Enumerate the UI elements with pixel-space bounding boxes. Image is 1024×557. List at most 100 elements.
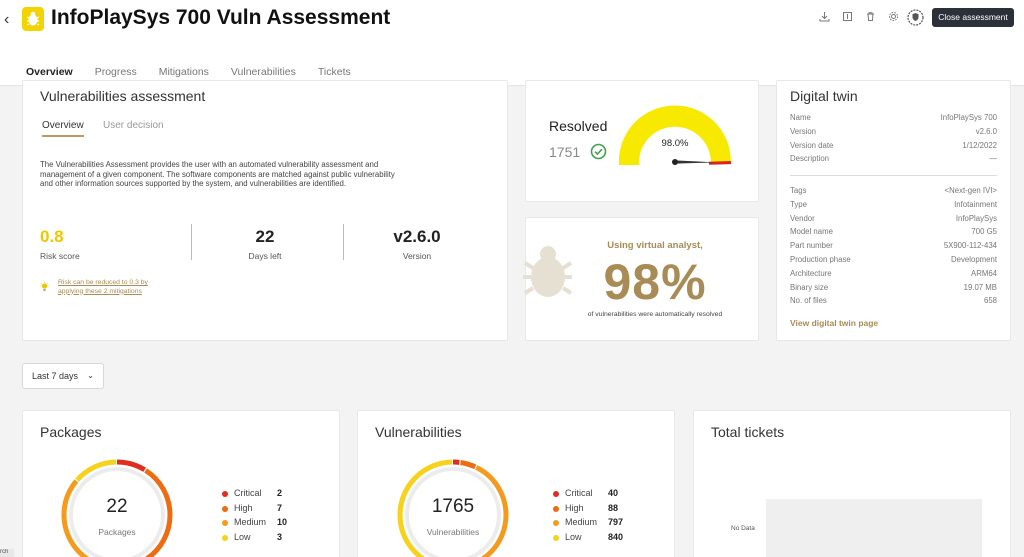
digital-twin-value: —	[989, 154, 997, 164]
digital-twin-row: Architecture ARM64	[790, 269, 997, 281]
days-left-label: Days left	[248, 251, 282, 261]
digital-twin-value: Infotainment	[954, 199, 997, 209]
bug-logo-icon	[22, 7, 44, 31]
digital-twin-key: Description	[790, 154, 829, 164]
download-icon[interactable]	[818, 11, 830, 23]
legend-label: Critical	[234, 488, 262, 498]
legend-label: High	[234, 502, 253, 513]
digital-twin-row: Version date 1/12/2022	[790, 141, 997, 153]
legend-label: Medium	[234, 517, 267, 527]
vulnerabilities-title: Vulnerabilities	[375, 424, 462, 440]
legend-dot	[553, 505, 559, 512]
assessment-card	[22, 80, 508, 341]
packages-title: Packages	[40, 424, 102, 440]
legend-dot	[222, 505, 228, 512]
gauge-hub	[672, 159, 678, 165]
subtab-user-decision[interactable]: User decision	[103, 120, 164, 131]
digital-twin-row: Description —	[790, 154, 997, 166]
digital-twin-key: Vendor	[790, 213, 815, 223]
digital-twin-row: No. of files 658	[790, 296, 997, 308]
legend-value: 10	[277, 517, 288, 527]
legend-label: Critical	[565, 488, 593, 498]
digital-twin-key: Version	[790, 126, 817, 136]
legend-item-critical: Critical 40	[553, 488, 643, 500]
legend-dot	[553, 520, 559, 526]
chevron-left-icon[interactable]: ‹	[4, 10, 18, 30]
digital-twin-row: Model name 700 G5	[790, 227, 997, 239]
digital-twin-key: Tags	[790, 186, 807, 195]
legend-item-medium: Medium 797	[553, 517, 643, 529]
legend-value: 2	[277, 488, 283, 498]
digital-twin-row: Type Infotainment	[790, 200, 997, 212]
view-digital-twin-link[interactable]: View digital twin page	[790, 318, 878, 328]
legend-dot	[222, 520, 228, 526]
stat-divider	[343, 224, 344, 260]
resolved-gauge	[618, 105, 731, 165]
digital-twin-row: Version v2.6.0	[790, 127, 997, 139]
no-data-label: No Data	[731, 525, 755, 532]
digital-twin-key: Version date	[790, 140, 834, 150]
legend-dot	[553, 534, 559, 541]
legend-label: Low	[234, 531, 251, 542]
digital-twin-value: InfoPlaySys 700	[940, 113, 997, 122]
resolved-count: 1751	[549, 144, 581, 160]
trash-icon[interactable]	[864, 11, 876, 23]
tip-line: Risk can be reduced to 0.3 by	[58, 279, 148, 286]
digital-twin-title: Digital twin	[790, 88, 858, 104]
gear-icon[interactable]	[887, 11, 899, 23]
check-circle-icon	[590, 143, 607, 160]
legend-item-low: Low 840	[553, 532, 643, 544]
legend-label: Medium	[565, 517, 598, 527]
digital-twin-value: ARM64	[971, 268, 997, 278]
legend-value: 88	[608, 502, 619, 513]
legend-value: 840	[608, 531, 624, 542]
tickets-empty-chart	[766, 499, 982, 557]
virtual-analyst-heading: Using virtual analyst,	[607, 240, 703, 251]
shield-badge-icon[interactable]	[907, 9, 924, 26]
digital-twin-row: Vendor InfoPlaySys	[790, 214, 997, 226]
digital-twin-value: 700 G5	[971, 227, 997, 237]
date-range-select[interactable]: Last 7 days ⌄	[22, 363, 104, 389]
export-icon[interactable]	[841, 11, 853, 23]
digital-twin-key: Model name	[790, 227, 833, 237]
legend-value: 797	[608, 517, 624, 527]
divider	[790, 175, 997, 176]
assessment-title: Vulnerabilities assessment	[40, 88, 206, 104]
legend-value: 7	[277, 502, 283, 513]
digital-twin-key: Part number	[790, 241, 833, 251]
legend-dot	[222, 534, 228, 541]
version-value: v2.6.0	[393, 227, 441, 246]
virtual-analyst-footer: of vulnerabilities were automatically re…	[587, 311, 723, 318]
digital-twin-value: 5X900-112-434	[943, 241, 997, 251]
page-title: InfoPlaySys 700 Vuln Assessment	[51, 6, 391, 29]
chevron-down-icon: ⌄	[87, 371, 94, 380]
digital-twin-key: Name	[790, 113, 811, 122]
mitigation-tip-link[interactable]: Risk can be reduced to 0.3 by applying t…	[58, 279, 148, 296]
digital-twin-row: Production phase Development	[790, 255, 997, 267]
search-tab-stub[interactable]: rch	[0, 549, 14, 557]
gauge-resolved-arc	[618, 105, 731, 165]
legend-dot	[553, 491, 559, 497]
version-label: Version	[402, 251, 432, 261]
legend-item-high: High 88	[553, 503, 643, 515]
assessment-description: The Vulnerabilities Assessment provides …	[40, 160, 395, 188]
gauge-danger-marker	[708, 160, 731, 165]
days-left-value: 22	[255, 227, 275, 246]
tickets-title: Total tickets	[711, 424, 785, 440]
close-assessment-button[interactable]: Close assessment	[932, 8, 1014, 27]
packages-center-label: Packages	[98, 527, 136, 537]
legend-dot	[222, 491, 228, 497]
risk-score-value: 0.8	[40, 227, 64, 246]
digital-twin-value: 19.07 MB	[963, 282, 997, 292]
risk-score-label: Risk score	[40, 251, 80, 261]
digital-twin-value: 658	[983, 296, 997, 306]
subtab-overview[interactable]: Overview	[42, 120, 84, 137]
top-bar: ‹ InfoPlaySys 700 Vuln Assessment Close …	[0, 0, 1024, 86]
legend-item-critical: Critical 2	[222, 488, 312, 500]
digital-twin-key: No. of files	[790, 296, 827, 306]
date-range-value: Last 7 days	[32, 371, 79, 381]
packages-total: 22	[106, 496, 128, 517]
digital-twin-value: 1/12/2022	[962, 140, 997, 150]
legend-label: High	[565, 502, 584, 513]
digital-twin-row: Binary size 19.07 MB	[790, 283, 997, 295]
